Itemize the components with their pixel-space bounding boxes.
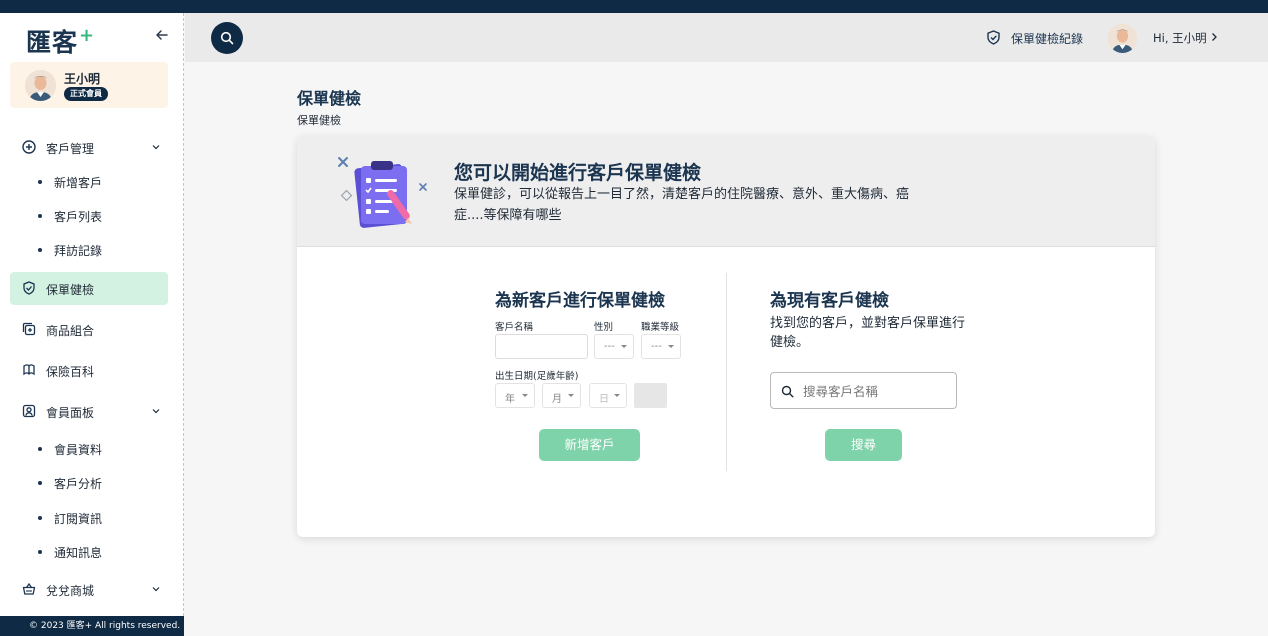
bullet-icon (38, 180, 42, 184)
customer-name-input[interactable] (495, 334, 588, 359)
book-icon (23, 364, 35, 376)
birth-day-value: 日 (599, 394, 609, 405)
search-icon (781, 385, 794, 398)
page-title: 保單健檢 (297, 89, 362, 108)
sidebar-item-insurance-wiki[interactable]: 保險百科 (10, 354, 168, 387)
bullet-icon (38, 447, 42, 451)
sidebar-item-label: 兌兌商城 (46, 584, 95, 598)
sidebar-item-label: 會員面板 (46, 406, 95, 420)
logo[interactable]: 匯客+ (26, 23, 94, 59)
banner-description: 保單健診，可以從報告上一目了然，清楚客戶的住院醫療、意外、重大傷病、癌症....… (454, 187, 910, 223)
gender-select[interactable]: --- (594, 334, 634, 359)
sidebar-item-member-panel[interactable]: 會員面板 (10, 395, 168, 428)
user-icon (22, 404, 36, 418)
age-display-box (634, 383, 667, 408)
sidebar-item-shop[interactable]: 兌兌商城 (10, 573, 168, 606)
global-search-button[interactable] (211, 22, 243, 54)
user-name: 王小明 (64, 72, 101, 86)
new-customer-title: 為新客戶進行保單健檢 (495, 291, 665, 311)
birth-year-value: 年 (505, 394, 515, 405)
bullet-icon (38, 214, 42, 218)
plus-circle-icon (22, 140, 36, 154)
birth-year-select[interactable]: 年 (495, 383, 535, 408)
bullet-icon (38, 481, 42, 485)
subitem-label: 通知訊息 (54, 546, 103, 560)
avatar[interactable] (1108, 24, 1137, 53)
customer-search-box[interactable] (770, 372, 957, 409)
shield-check-icon (987, 30, 1000, 45)
caret-down-icon (668, 345, 674, 348)
search-button[interactable]: 搜尋 (825, 429, 902, 461)
birth-month-value: 月 (552, 394, 562, 405)
subitem-label: 拜訪記錄 (54, 244, 103, 258)
sidebar-item-label: 商品組合 (46, 324, 95, 338)
copyright-text: © 2023 匯客+ All rights reserved. (29, 621, 181, 631)
chevron-down-icon (152, 587, 160, 592)
sidebar: 匯客+ 王小明 正式會員 客戶管理 新增客戶 客戶列表 拜訪記錄 保單健檢 商品… (0, 13, 184, 636)
bullet-icon (38, 516, 42, 520)
greeting-text[interactable]: Hi, 王小明 (1153, 30, 1207, 46)
gender-label: 性別 (594, 322, 614, 333)
search-icon (220, 31, 234, 45)
job-level-select-value: --- (651, 341, 662, 352)
sidebar-item-product-bundle[interactable]: 商品組合 (10, 313, 168, 346)
record-link-label: 保單健檢紀錄 (1011, 32, 1084, 46)
bullet-icon (38, 550, 42, 554)
caret-down-icon (621, 345, 627, 348)
caret-down-icon (614, 394, 620, 397)
breadcrumb: 保單健檢 (297, 114, 341, 127)
existing-customer-title: 為現有客戶健檢 (770, 291, 889, 311)
shield-check-icon (23, 281, 35, 295)
copy-plus-icon (22, 322, 36, 336)
logo-text: 匯客 (26, 28, 79, 57)
subitem-label: 客戶列表 (54, 210, 103, 224)
sidebar-item-label: 保險百科 (46, 365, 95, 379)
logo-plus: + (79, 25, 96, 46)
caret-down-icon (568, 394, 574, 397)
avatar (25, 70, 56, 101)
bullet-icon (38, 248, 42, 252)
subitem-label: 會員資料 (54, 443, 103, 457)
sidebar-item-label: 客戶管理 (46, 142, 95, 156)
policy-check-card: 您可以開始進行客戶保單健檢 保單健診，可以從報告上一目了然，清楚客戶的住院醫療、… (297, 136, 1155, 537)
banner-title: 您可以開始進行客戶保單健檢 (454, 162, 702, 184)
top-header: 保單健檢紀錄 Hi, 王小明 (185, 13, 1268, 62)
chevron-down-icon (152, 145, 160, 150)
subitem-label: 新增客戶 (54, 176, 103, 190)
chevron-down-icon (152, 409, 160, 414)
basket-icon (22, 582, 36, 595)
sidebar-item-label: 保單健檢 (46, 283, 95, 297)
customer-search-input[interactable] (803, 382, 948, 400)
collapse-sidebar-icon[interactable] (154, 28, 170, 44)
user-card[interactable]: 王小明 正式會員 (10, 62, 168, 108)
caret-down-icon (522, 394, 528, 397)
sidebar-item-customer-management[interactable]: 客戶管理 (10, 131, 168, 164)
checklist-illustration-icon (338, 157, 427, 228)
customer-name-label: 客戶名稱 (495, 322, 534, 333)
member-badge: 正式會員 (64, 87, 108, 101)
subitem-label: 訂閱資訊 (54, 512, 103, 526)
job-level-label: 職業等級 (641, 322, 680, 333)
subitem-label: 客戶分析 (54, 477, 103, 491)
gender-select-value: --- (604, 341, 615, 352)
job-level-select[interactable]: --- (641, 334, 681, 359)
sidebar-item-policy-check[interactable]: 保單健檢 (10, 272, 168, 305)
birth-month-select[interactable]: 月 (542, 383, 581, 408)
section-divider (726, 273, 727, 471)
intro-banner: 您可以開始進行客戶保單健檢 保單健診，可以從報告上一目了然，清楚客戶的住院醫療、… (297, 136, 1155, 247)
add-customer-button[interactable]: 新增客戶 (539, 429, 640, 461)
birth-day-select[interactable]: 日 (589, 383, 627, 408)
birthdate-label: 出生日期(足歲年齡) (495, 371, 579, 382)
existing-customer-description: 找到您的客戶，並對客戶保單進行健檢。 (770, 316, 966, 350)
footer: © 2023 匯客+ All rights reserved.專利 (0, 616, 184, 636)
chevron-right-icon[interactable] (1208, 31, 1220, 43)
top-strip (0, 0, 1268, 13)
